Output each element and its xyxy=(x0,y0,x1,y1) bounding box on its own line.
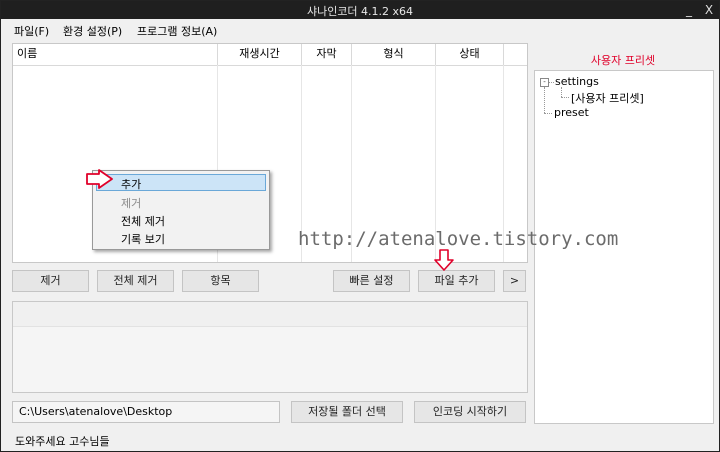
remove-all-button[interactable]: 전체 제거 xyxy=(97,270,174,292)
tree-connector xyxy=(544,113,552,114)
start-encoding-button[interactable]: 인코딩 시작하기 xyxy=(414,401,526,423)
context-menu-remove[interactable]: 제거 xyxy=(121,195,141,211)
select-folder-button[interactable]: 저장될 폴더 선택 xyxy=(291,401,403,423)
remove-button[interactable]: 제거 xyxy=(12,270,89,292)
column-status[interactable]: 상태 xyxy=(436,44,504,65)
tree-connector xyxy=(544,87,545,113)
pointer-arrow-right-icon xyxy=(86,169,113,189)
tree-node-preset[interactable]: preset xyxy=(554,106,589,119)
menu-bar: 파일(F) 환경 설정(P) 프로그램 정보(A) xyxy=(1,19,719,41)
more-button[interactable]: > xyxy=(503,270,526,292)
menu-file[interactable]: 파일(F) xyxy=(14,23,49,39)
context-menu-remove-all[interactable]: 전체 제거 xyxy=(121,213,165,229)
window-title: 샤나인코더 4.1.2 x64 xyxy=(306,5,414,18)
progress-row xyxy=(13,302,527,327)
column-format[interactable]: 형식 xyxy=(352,44,436,65)
collapse-icon[interactable]: - xyxy=(540,78,549,87)
tree-connector xyxy=(561,97,569,98)
output-path-field[interactable]: C:\Users\atenalove\Desktop xyxy=(12,401,280,423)
title-bar[interactable]: 샤나인코더 4.1.2 x64 _ X xyxy=(1,1,719,19)
status-bar-text: 도와주세요 고수님들 xyxy=(15,435,110,448)
menu-settings[interactable]: 환경 설정(P) xyxy=(63,23,122,39)
context-menu-view-history[interactable]: 기록 보기 xyxy=(121,231,165,247)
column-name[interactable]: 이름 xyxy=(13,44,218,65)
watermark-text: http://atenalove.tistory.com xyxy=(298,228,619,250)
file-list-header: 이름 재생시간 자막 형식 상태 xyxy=(13,44,527,66)
preset-panel-title: 사용자 프리셋 xyxy=(590,54,656,67)
quick-settings-button[interactable]: 빠른 설정 xyxy=(333,270,410,292)
pointer-arrow-down-icon xyxy=(434,249,454,271)
context-menu: 추가 제거 전체 제거 기록 보기 xyxy=(92,170,270,250)
minimize-button[interactable]: _ xyxy=(681,1,697,19)
column-duration[interactable]: 재생시간 xyxy=(218,44,302,65)
menu-program-info[interactable]: 프로그램 정보(A) xyxy=(137,23,217,39)
add-file-button[interactable]: 파일 추가 xyxy=(418,270,495,292)
close-button[interactable]: X xyxy=(701,1,717,19)
tree-node-user-preset[interactable]: [사용자 프리셋] xyxy=(571,90,644,106)
context-menu-add[interactable]: 추가 xyxy=(121,176,141,192)
tree-connector xyxy=(561,87,562,97)
tree-connector xyxy=(549,82,554,83)
progress-panel xyxy=(12,301,528,393)
items-button[interactable]: 항목 xyxy=(182,270,259,292)
column-subtitle[interactable]: 자막 xyxy=(302,44,352,65)
